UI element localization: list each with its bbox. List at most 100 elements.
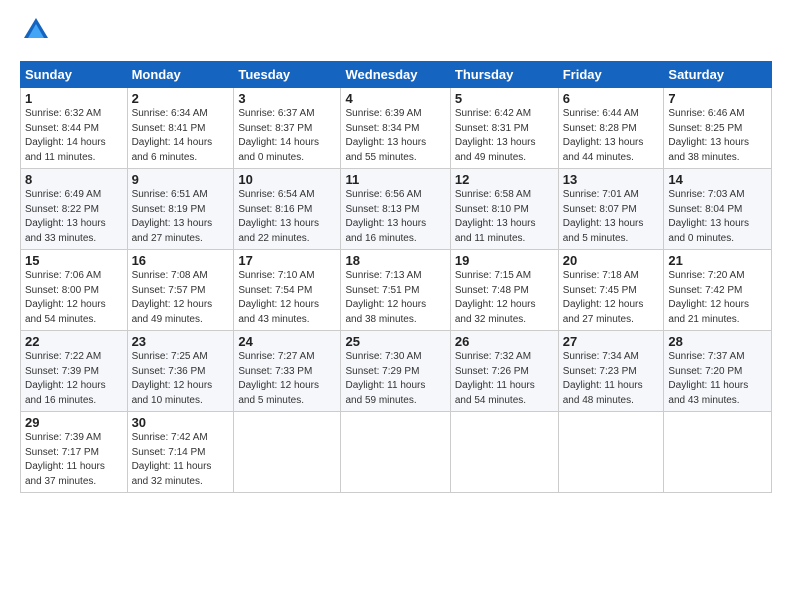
calendar-cell: 13Sunrise: 7:01 AM Sunset: 8:07 PM Dayli… xyxy=(558,169,664,250)
day-number: 11 xyxy=(345,172,445,187)
day-info: Sunrise: 7:30 AM Sunset: 7:29 PM Dayligh… xyxy=(345,350,445,408)
day-number: 3 xyxy=(238,91,336,106)
calendar-cell: 26Sunrise: 7:32 AM Sunset: 7:26 PM Dayli… xyxy=(450,331,558,412)
day-info: Sunrise: 7:06 AM Sunset: 8:00 PM Dayligh… xyxy=(25,269,123,327)
day-info: Sunrise: 7:32 AM Sunset: 7:26 PM Dayligh… xyxy=(455,350,554,408)
calendar-week-row: 1Sunrise: 6:32 AM Sunset: 8:44 PM Daylig… xyxy=(21,88,772,169)
calendar-cell: 23Sunrise: 7:25 AM Sunset: 7:36 PM Dayli… xyxy=(127,331,234,412)
calendar-cell: 19Sunrise: 7:15 AM Sunset: 7:48 PM Dayli… xyxy=(450,250,558,331)
day-of-week-header: Thursday xyxy=(450,62,558,88)
day-number: 5 xyxy=(455,91,554,106)
calendar-cell: 27Sunrise: 7:34 AM Sunset: 7:23 PM Dayli… xyxy=(558,331,664,412)
logo xyxy=(20,16,50,49)
day-info: Sunrise: 6:37 AM Sunset: 8:37 PM Dayligh… xyxy=(238,107,336,165)
calendar-week-row: 8Sunrise: 6:49 AM Sunset: 8:22 PM Daylig… xyxy=(21,169,772,250)
day-number: 17 xyxy=(238,253,336,268)
day-info: Sunrise: 7:25 AM Sunset: 7:36 PM Dayligh… xyxy=(132,350,230,408)
calendar-week-row: 29Sunrise: 7:39 AM Sunset: 7:17 PM Dayli… xyxy=(21,412,772,493)
day-number: 10 xyxy=(238,172,336,187)
day-number: 9 xyxy=(132,172,230,187)
calendar-cell: 11Sunrise: 6:56 AM Sunset: 8:13 PM Dayli… xyxy=(341,169,450,250)
day-of-week-header: Saturday xyxy=(664,62,772,88)
day-number: 26 xyxy=(455,334,554,349)
calendar-cell: 16Sunrise: 7:08 AM Sunset: 7:57 PM Dayli… xyxy=(127,250,234,331)
day-number: 8 xyxy=(25,172,123,187)
day-info: Sunrise: 6:44 AM Sunset: 8:28 PM Dayligh… xyxy=(563,107,660,165)
calendar-cell: 24Sunrise: 7:27 AM Sunset: 7:33 PM Dayli… xyxy=(234,331,341,412)
day-info: Sunrise: 6:39 AM Sunset: 8:34 PM Dayligh… xyxy=(345,107,445,165)
day-info: Sunrise: 7:20 AM Sunset: 7:42 PM Dayligh… xyxy=(668,269,767,327)
day-info: Sunrise: 7:01 AM Sunset: 8:07 PM Dayligh… xyxy=(563,188,660,246)
day-number: 20 xyxy=(563,253,660,268)
calendar-cell xyxy=(664,412,772,493)
day-number: 2 xyxy=(132,91,230,106)
day-of-week-header: Monday xyxy=(127,62,234,88)
day-number: 15 xyxy=(25,253,123,268)
day-info: Sunrise: 6:49 AM Sunset: 8:22 PM Dayligh… xyxy=(25,188,123,246)
calendar-cell: 7Sunrise: 6:46 AM Sunset: 8:25 PM Daylig… xyxy=(664,88,772,169)
calendar-header: SundayMondayTuesdayWednesdayThursdayFrid… xyxy=(21,62,772,88)
day-info: Sunrise: 6:54 AM Sunset: 8:16 PM Dayligh… xyxy=(238,188,336,246)
day-info: Sunrise: 7:10 AM Sunset: 7:54 PM Dayligh… xyxy=(238,269,336,327)
calendar-cell: 2Sunrise: 6:34 AM Sunset: 8:41 PM Daylig… xyxy=(127,88,234,169)
calendar-cell: 20Sunrise: 7:18 AM Sunset: 7:45 PM Dayli… xyxy=(558,250,664,331)
calendar-cell xyxy=(234,412,341,493)
calendar-cell: 5Sunrise: 6:42 AM Sunset: 8:31 PM Daylig… xyxy=(450,88,558,169)
day-number: 29 xyxy=(25,415,123,430)
day-number: 27 xyxy=(563,334,660,349)
day-number: 7 xyxy=(668,91,767,106)
day-info: Sunrise: 6:46 AM Sunset: 8:25 PM Dayligh… xyxy=(668,107,767,165)
day-number: 18 xyxy=(345,253,445,268)
days-of-week-row: SundayMondayTuesdayWednesdayThursdayFrid… xyxy=(21,62,772,88)
day-info: Sunrise: 6:34 AM Sunset: 8:41 PM Dayligh… xyxy=(132,107,230,165)
day-number: 30 xyxy=(132,415,230,430)
day-number: 21 xyxy=(668,253,767,268)
calendar-cell xyxy=(341,412,450,493)
calendar-cell: 22Sunrise: 7:22 AM Sunset: 7:39 PM Dayli… xyxy=(21,331,128,412)
day-of-week-header: Sunday xyxy=(21,62,128,88)
day-number: 25 xyxy=(345,334,445,349)
day-number: 23 xyxy=(132,334,230,349)
calendar-cell: 8Sunrise: 6:49 AM Sunset: 8:22 PM Daylig… xyxy=(21,169,128,250)
day-number: 1 xyxy=(25,91,123,106)
day-info: Sunrise: 7:08 AM Sunset: 7:57 PM Dayligh… xyxy=(132,269,230,327)
day-info: Sunrise: 7:34 AM Sunset: 7:23 PM Dayligh… xyxy=(563,350,660,408)
calendar-cell: 10Sunrise: 6:54 AM Sunset: 8:16 PM Dayli… xyxy=(234,169,341,250)
day-info: Sunrise: 7:27 AM Sunset: 7:33 PM Dayligh… xyxy=(238,350,336,408)
day-number: 4 xyxy=(345,91,445,106)
day-info: Sunrise: 6:51 AM Sunset: 8:19 PM Dayligh… xyxy=(132,188,230,246)
calendar-cell: 17Sunrise: 7:10 AM Sunset: 7:54 PM Dayli… xyxy=(234,250,341,331)
day-info: Sunrise: 6:56 AM Sunset: 8:13 PM Dayligh… xyxy=(345,188,445,246)
day-info: Sunrise: 6:32 AM Sunset: 8:44 PM Dayligh… xyxy=(25,107,123,165)
calendar-cell: 18Sunrise: 7:13 AM Sunset: 7:51 PM Dayli… xyxy=(341,250,450,331)
day-number: 13 xyxy=(563,172,660,187)
day-number: 14 xyxy=(668,172,767,187)
day-number: 6 xyxy=(563,91,660,106)
day-info: Sunrise: 7:39 AM Sunset: 7:17 PM Dayligh… xyxy=(25,431,123,489)
day-number: 16 xyxy=(132,253,230,268)
day-of-week-header: Friday xyxy=(558,62,664,88)
calendar-cell: 14Sunrise: 7:03 AM Sunset: 8:04 PM Dayli… xyxy=(664,169,772,250)
page: SundayMondayTuesdayWednesdayThursdayFrid… xyxy=(0,0,792,612)
logo-icon xyxy=(22,16,50,49)
calendar-cell: 9Sunrise: 6:51 AM Sunset: 8:19 PM Daylig… xyxy=(127,169,234,250)
day-number: 24 xyxy=(238,334,336,349)
calendar-cell xyxy=(558,412,664,493)
calendar-cell: 1Sunrise: 6:32 AM Sunset: 8:44 PM Daylig… xyxy=(21,88,128,169)
calendar-cell: 6Sunrise: 6:44 AM Sunset: 8:28 PM Daylig… xyxy=(558,88,664,169)
calendar-cell: 30Sunrise: 7:42 AM Sunset: 7:14 PM Dayli… xyxy=(127,412,234,493)
day-info: Sunrise: 7:18 AM Sunset: 7:45 PM Dayligh… xyxy=(563,269,660,327)
day-number: 19 xyxy=(455,253,554,268)
day-number: 28 xyxy=(668,334,767,349)
calendar-table: SundayMondayTuesdayWednesdayThursdayFrid… xyxy=(20,61,772,493)
day-info: Sunrise: 7:22 AM Sunset: 7:39 PM Dayligh… xyxy=(25,350,123,408)
day-info: Sunrise: 7:37 AM Sunset: 7:20 PM Dayligh… xyxy=(668,350,767,408)
calendar-cell: 28Sunrise: 7:37 AM Sunset: 7:20 PM Dayli… xyxy=(664,331,772,412)
calendar-cell xyxy=(450,412,558,493)
day-info: Sunrise: 6:58 AM Sunset: 8:10 PM Dayligh… xyxy=(455,188,554,246)
calendar-cell: 21Sunrise: 7:20 AM Sunset: 7:42 PM Dayli… xyxy=(664,250,772,331)
day-info: Sunrise: 7:13 AM Sunset: 7:51 PM Dayligh… xyxy=(345,269,445,327)
day-info: Sunrise: 7:42 AM Sunset: 7:14 PM Dayligh… xyxy=(132,431,230,489)
day-number: 12 xyxy=(455,172,554,187)
calendar-cell: 4Sunrise: 6:39 AM Sunset: 8:34 PM Daylig… xyxy=(341,88,450,169)
